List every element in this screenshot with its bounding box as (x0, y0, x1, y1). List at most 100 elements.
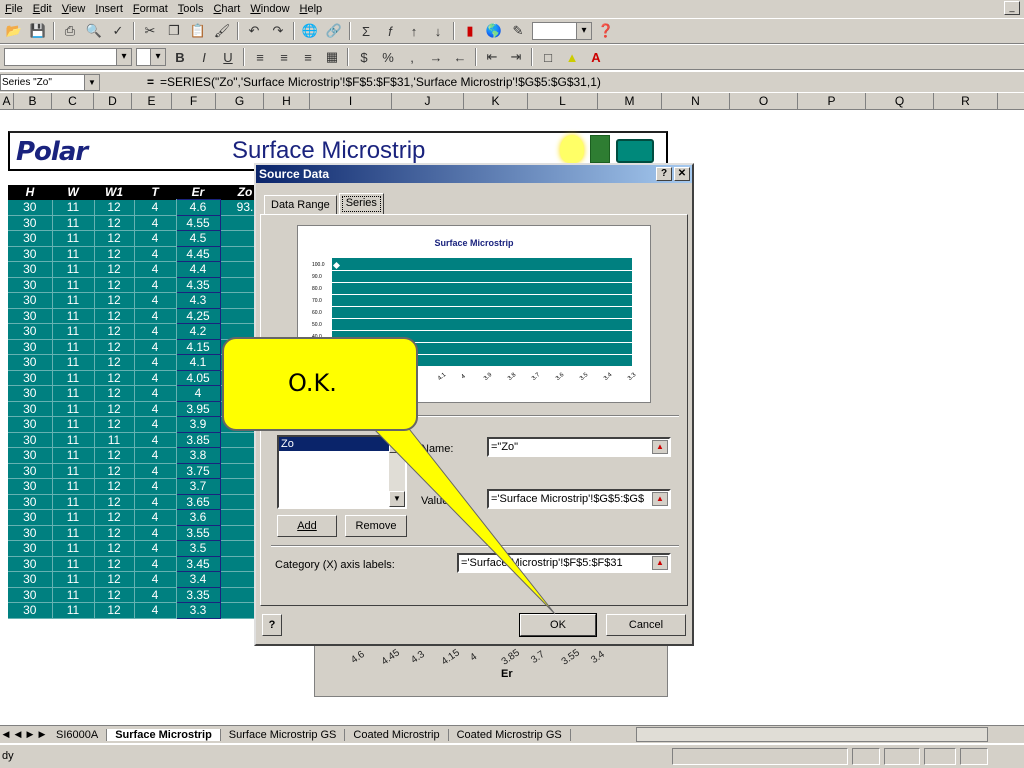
prev-sheet-icon[interactable]: ◀ (12, 729, 24, 740)
table-cell[interactable]: 30 (8, 525, 53, 541)
table-cell[interactable]: 4.2 (175, 323, 221, 340)
tab-series[interactable]: Series (338, 193, 384, 215)
header-t[interactable]: T (134, 185, 176, 200)
table-cell[interactable]: 30 (8, 587, 53, 603)
table-cell[interactable]: 11 (52, 370, 95, 386)
table-cell[interactable]: 12 (94, 556, 135, 572)
table-cell[interactable]: 11 (94, 432, 135, 448)
table-cell[interactable]: 4 (134, 509, 177, 526)
table-cell[interactable]: 30 (8, 199, 53, 216)
briefcase-icon[interactable] (616, 139, 654, 163)
column-header[interactable]: H (264, 93, 310, 110)
table-cell[interactable]: 12 (94, 292, 135, 309)
table-cell[interactable]: 3.6 (175, 509, 221, 526)
table-cell[interactable]: 30 (8, 323, 53, 340)
table-cell[interactable]: 4.4 (175, 261, 221, 278)
table-cell[interactable]: 12 (94, 199, 135, 216)
table-cell[interactable]: 12 (94, 571, 135, 588)
table-cell[interactable]: 12 (94, 401, 135, 417)
map-icon[interactable]: 🌎 (483, 21, 505, 41)
table-cell[interactable]: 11 (52, 416, 95, 433)
table-cell[interactable]: 11 (52, 602, 95, 619)
table-cell[interactable]: 11 (52, 385, 95, 402)
table-cell[interactable]: 11 (52, 525, 95, 541)
name-field[interactable]: ="Zo" ▲ (487, 437, 671, 457)
table-cell[interactable]: 30 (8, 478, 53, 495)
table-cell[interactable]: 3.4 (175, 571, 221, 588)
table-cell[interactable]: 3.7 (175, 478, 221, 495)
table-cell[interactable]: 30 (8, 494, 53, 510)
table-cell[interactable]: 3.55 (175, 524, 221, 541)
table-cell[interactable]: 4.6 (175, 199, 221, 216)
series-listbox[interactable]: Zo ▲ ▼ (277, 435, 407, 509)
table-cell[interactable]: 30 (8, 339, 53, 355)
borders-icon[interactable]: □ (537, 47, 559, 67)
column-header[interactable]: P (798, 93, 866, 110)
table-cell[interactable]: 30 (8, 370, 53, 386)
table-cell[interactable]: 11 (52, 215, 95, 231)
table-cell[interactable]: 4 (134, 416, 177, 433)
cancel-button[interactable]: Cancel (606, 614, 686, 636)
table-cell[interactable]: 4.3 (175, 292, 221, 309)
increase-indent-icon[interactable]: ⇥ (505, 47, 527, 67)
table-cell[interactable]: 12 (94, 416, 135, 433)
column-header[interactable]: F (172, 93, 216, 110)
align-center-icon[interactable]: ≡ (273, 47, 295, 67)
table-cell[interactable]: 11 (52, 478, 95, 495)
column-header[interactable]: J (392, 93, 464, 110)
table-cell[interactable]: 4 (134, 308, 177, 324)
table-cell[interactable]: 4 (134, 463, 177, 479)
table-cell[interactable]: 3.5 (175, 540, 221, 557)
menu-help[interactable]: Help (295, 3, 328, 15)
table-cell[interactable]: 12 (94, 230, 135, 247)
table-cell[interactable]: 12 (94, 246, 135, 262)
cut-icon[interactable]: ✂ (139, 21, 161, 41)
table-cell[interactable]: 4 (134, 556, 177, 572)
undo-icon[interactable]: ↶ (243, 21, 265, 41)
table-cell[interactable]: 3.8 (175, 447, 221, 464)
table-cell[interactable]: 4 (134, 323, 177, 340)
table-cell[interactable]: 30 (8, 540, 53, 557)
ok-button[interactable]: OK (519, 613, 597, 637)
table-cell[interactable]: 30 (8, 571, 53, 588)
table-cell[interactable]: 4 (134, 261, 177, 278)
menu-view[interactable]: View (57, 3, 91, 15)
comma-icon[interactable]: , (401, 47, 423, 67)
table-cell[interactable]: 3.85 (175, 431, 221, 448)
table-cell[interactable]: 4.5 (175, 230, 221, 247)
table-cell[interactable]: 12 (94, 602, 135, 619)
first-sheet-icon[interactable]: ◀ (0, 729, 12, 740)
redo-icon[interactable]: ↷ (267, 21, 289, 41)
table-cell[interactable]: 4 (134, 385, 177, 402)
table-cell[interactable]: 3.9 (175, 416, 221, 433)
table-cell[interactable]: 30 (8, 308, 53, 324)
table-cell[interactable]: 4 (134, 447, 177, 464)
sheet-tab-surface-microstrip[interactable]: Surface Microstrip (107, 728, 221, 741)
table-cell[interactable]: 11 (52, 323, 95, 340)
collapse-dialog-icon[interactable]: ▲ (652, 440, 668, 454)
table-cell[interactable]: 3.45 (175, 555, 221, 572)
table-cell[interactable]: 11 (52, 230, 95, 247)
table-cell[interactable]: 30 (8, 292, 53, 309)
values-field[interactable]: ='Surface Microstrip'!$G$5:$G$ ▲ (487, 489, 671, 509)
table-cell[interactable]: 30 (8, 602, 53, 619)
scroll-up-icon[interactable]: ▲ (389, 437, 405, 453)
copy-icon[interactable]: ❐ (163, 21, 185, 41)
header-w1[interactable]: W1 (94, 185, 134, 200)
table-cell[interactable]: 12 (94, 463, 135, 479)
decrease-indent-icon[interactable]: ⇤ (481, 47, 503, 67)
table-cell[interactable]: 12 (94, 215, 135, 231)
table-cell[interactable]: 11 (52, 261, 95, 278)
decrease-decimal-icon[interactable]: ← (449, 47, 471, 67)
table-cell[interactable]: 4 (134, 525, 177, 541)
table-cell[interactable]: 12 (94, 540, 135, 557)
horizontal-scrollbar[interactable] (636, 727, 988, 742)
table-cell[interactable]: 12 (94, 370, 135, 386)
embedded-chart-area[interactable]: Er 4.6 4.45 4.3 4.15 4 3.85 3.7 3.55 3.4 (314, 641, 668, 697)
table-cell[interactable]: 3.65 (175, 493, 221, 510)
chart-wizard-icon[interactable]: ▮ (459, 21, 481, 41)
table-cell[interactable]: 4 (175, 385, 221, 402)
zoom-combo[interactable] (532, 22, 592, 40)
table-cell[interactable]: 4 (134, 246, 177, 262)
table-cell[interactable]: 11 (52, 447, 95, 464)
